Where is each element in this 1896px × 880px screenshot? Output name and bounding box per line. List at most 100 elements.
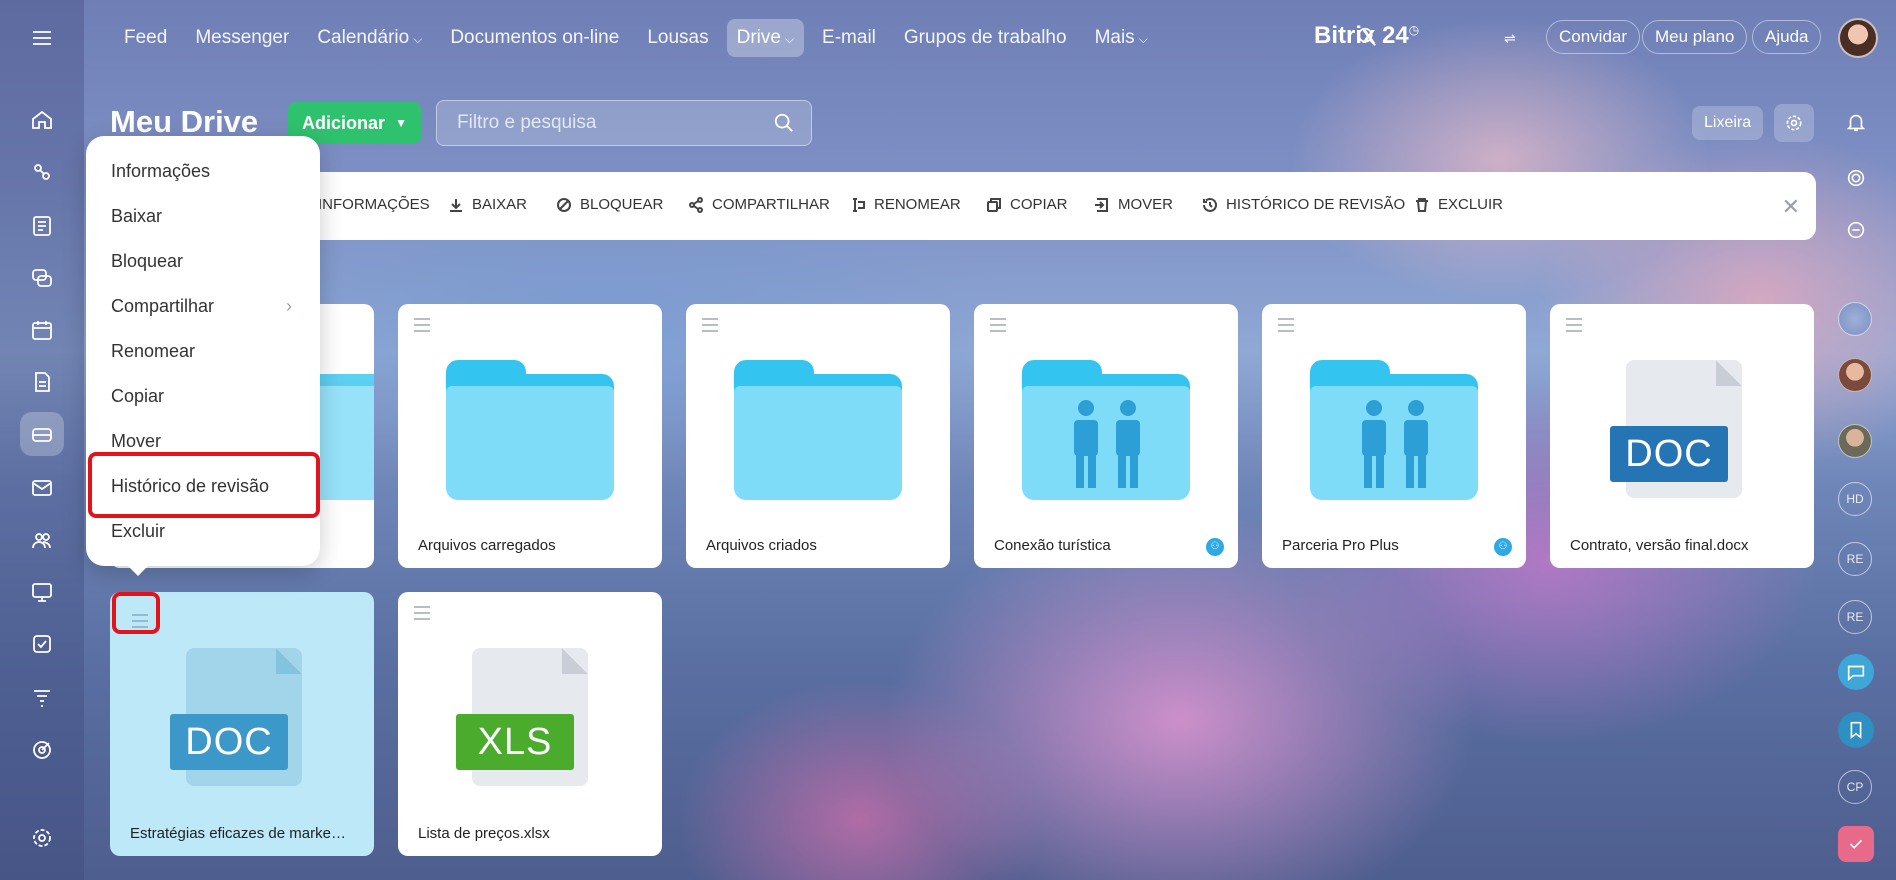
chat-icon[interactable] <box>20 256 64 300</box>
bell-icon[interactable] <box>1838 104 1874 140</box>
settings-icon[interactable] <box>20 816 64 860</box>
drive-settings-button[interactable] <box>1774 104 1814 142</box>
contact-avatar[interactable] <box>1838 302 1872 336</box>
bookmark-icon[interactable] <box>1838 712 1874 748</box>
contact-avatar-initials[interactable]: RE <box>1838 542 1872 576</box>
file-name[interactable]: Estratégias eficazes de marketin... <box>130 825 350 842</box>
file-name[interactable]: Parceria Pro Plus <box>1282 537 1502 554</box>
file-name[interactable]: Conexão turística <box>994 537 1214 554</box>
nav-more[interactable]: Mais ⌵ <box>1085 19 1158 57</box>
menu-icon[interactable] <box>20 16 64 60</box>
search-field[interactable] <box>436 100 812 146</box>
menu-item-rename[interactable]: Renomear <box>86 331 320 371</box>
contact-avatar[interactable] <box>1838 358 1872 392</box>
help-button[interactable]: Ajuda <box>1752 20 1822 54</box>
card-menu-handle[interactable] <box>414 318 430 332</box>
nav-messenger[interactable]: Messenger <box>185 19 299 57</box>
menu-item-download[interactable]: Baixar <box>86 196 320 236</box>
handle-highlight <box>112 592 160 634</box>
file-name[interactable]: Arquivos carregados <box>418 537 638 554</box>
filter-icon[interactable] <box>20 676 64 720</box>
user-avatar[interactable] <box>1838 18 1878 58</box>
close-icon[interactable]: ✕ <box>1782 194 1800 220</box>
file-card[interactable]: Conexão turística ⚇ <box>974 304 1238 568</box>
folder-icon <box>734 360 902 500</box>
file-type-label: DOC <box>170 714 288 770</box>
brand-text: Bitrix <box>1314 22 1376 49</box>
nav-calendar-label: Calendário <box>317 27 410 48</box>
action-delete-label: EXCLUIR <box>1438 196 1504 213</box>
contact-avatar-initials[interactable]: CP <box>1838 770 1872 804</box>
action-download[interactable]: BAIXAR <box>448 196 527 213</box>
brand-logo[interactable]: Bitrix 24◷ <box>1314 22 1419 50</box>
card-menu-handle[interactable] <box>1278 318 1294 332</box>
menu-item-copy[interactable]: Copiar <box>86 376 320 416</box>
chat-bubble-icon[interactable] <box>1838 212 1874 248</box>
feed-icon[interactable] <box>20 204 64 248</box>
calendar-icon[interactable] <box>20 308 64 352</box>
brand-number: 24 <box>1382 22 1409 49</box>
doc-file-icon: DOC <box>1610 360 1742 498</box>
chevron-right-icon: › <box>286 296 292 316</box>
card-menu-handle[interactable] <box>414 606 430 620</box>
chevron-down-icon: ▼ <box>395 116 407 130</box>
action-info[interactable]: INFORMAÇÕES <box>318 196 430 213</box>
trash-button[interactable]: Lixeira <box>1692 106 1764 140</box>
chat-icon[interactable] <box>1838 654 1874 690</box>
file-card[interactable]: Parceria Pro Plus ⚇ <box>1262 304 1526 568</box>
nav-workgroups[interactable]: Grupos de trabalho <box>894 19 1077 57</box>
check-icon[interactable] <box>1838 826 1874 862</box>
mail-icon[interactable] <box>20 466 64 510</box>
trash-icon <box>1416 197 1428 212</box>
file-card[interactable]: DOC Contrato, versão final.docx <box>1550 304 1814 568</box>
menu-item-info[interactable]: Informações <box>86 151 320 191</box>
contact-avatar-initials[interactable]: HD <box>1838 482 1872 516</box>
menu-item-share[interactable]: Compartilhar › <box>86 286 320 326</box>
home-icon[interactable] <box>20 98 64 142</box>
card-menu-handle[interactable] <box>1566 318 1582 332</box>
nav-email[interactable]: E-mail <box>812 19 886 57</box>
file-card[interactable]: Arquivos criados <box>686 304 950 568</box>
nav-drive[interactable]: Drive ⌵ <box>726 19 805 57</box>
nav-online-docs[interactable]: Documentos on-line <box>440 19 629 57</box>
goals-icon[interactable] <box>20 728 64 772</box>
action-delete[interactable]: EXCLUIR <box>1414 196 1503 213</box>
card-menu-handle[interactable] <box>990 318 1006 332</box>
file-name[interactable]: Arquivos criados <box>706 537 926 554</box>
doc-file-icon: DOC <box>170 648 302 786</box>
action-share-label: COMPARTILHAR <box>712 196 830 213</box>
invite-button[interactable]: Convidar <box>1546 20 1641 54</box>
card-menu-handle[interactable] <box>702 318 718 332</box>
file-card[interactable]: XLS Lista de preços.xlsx <box>398 592 662 856</box>
action-copy[interactable]: COPIAR <box>986 196 1068 213</box>
menu-item-lock[interactable]: Bloquear <box>86 241 320 281</box>
action-history[interactable]: HISTÓRICO DE REVISÃO <box>1202 196 1405 213</box>
nav-boards[interactable]: Lousas <box>637 19 718 57</box>
menu-item-highlight <box>88 452 320 518</box>
nav-calendar[interactable]: Calendário ⌵ <box>307 19 432 57</box>
contact-avatar-initials[interactable]: RE <box>1838 600 1872 634</box>
copilot-icon[interactable] <box>1838 160 1874 196</box>
groups-icon[interactable] <box>20 518 64 562</box>
action-move[interactable]: MOVER <box>1094 196 1173 213</box>
action-share[interactable]: COMPARTILHAR <box>688 196 830 213</box>
gear-icon <box>1786 115 1802 131</box>
drive-icon[interactable] <box>20 412 64 456</box>
add-button-label: Adicionar <box>302 112 386 133</box>
action-lock[interactable]: BLOQUEAR <box>556 196 663 213</box>
sites-icon[interactable] <box>20 570 64 614</box>
sliders-icon[interactable]: ⇌ <box>1504 30 1516 47</box>
tasks-icon[interactable] <box>20 622 64 666</box>
file-card[interactable]: Arquivos carregados <box>398 304 662 568</box>
file-name[interactable]: Lista de preços.xlsx <box>418 825 638 842</box>
my-plan-button[interactable]: Meu plano <box>1642 20 1748 54</box>
action-rename[interactable]: RENOMEAR <box>850 196 961 213</box>
search-input[interactable] <box>437 101 757 145</box>
left-sidebar <box>0 0 84 880</box>
nav-feed[interactable]: Feed <box>114 19 177 57</box>
search-icon[interactable] <box>773 112 795 139</box>
crm-icon[interactable] <box>20 150 64 194</box>
file-name[interactable]: Contrato, versão final.docx <box>1570 537 1790 554</box>
document-icon[interactable] <box>20 360 64 404</box>
contact-avatar[interactable] <box>1838 424 1872 458</box>
